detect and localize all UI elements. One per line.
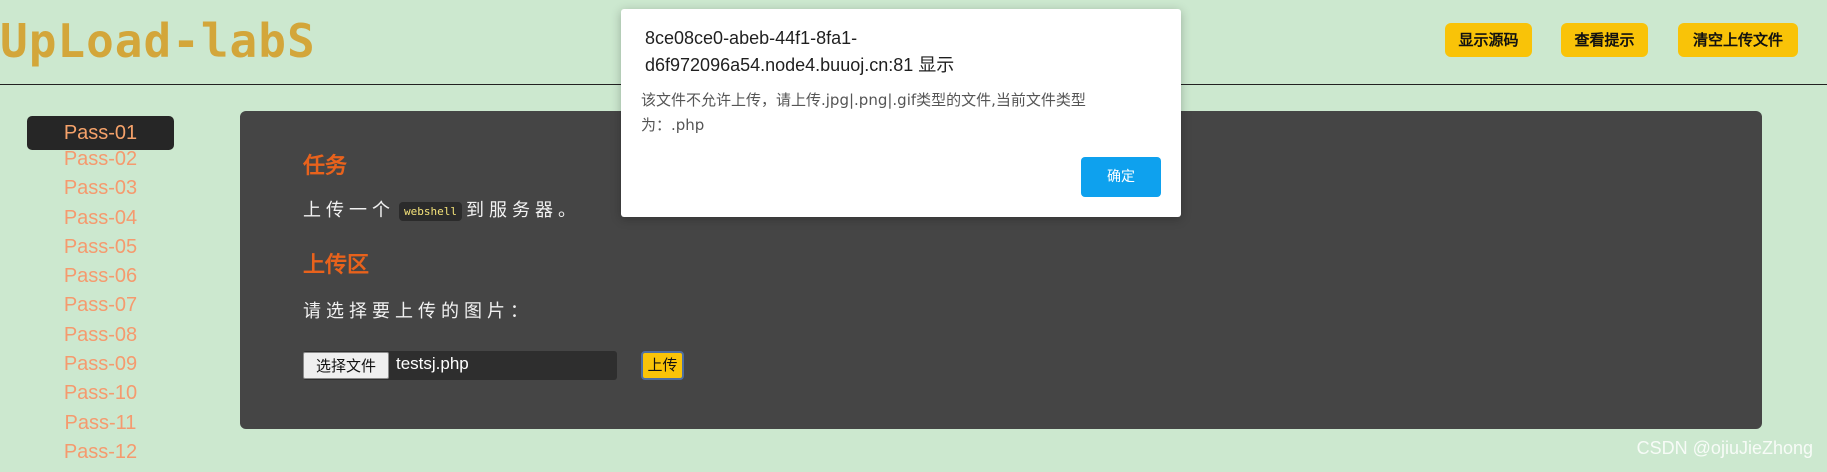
sidebar-item-pass-05[interactable]: Pass-05	[27, 233, 174, 262]
dialog-message: 该文件不允许上传，请上传.jpg|.png|.gif类型的文件,当前文件类型为：…	[641, 91, 1086, 134]
sidebar-item-pass-10[interactable]: Pass-10	[27, 379, 174, 408]
view-hint-button[interactable]: 查看提示	[1561, 23, 1648, 57]
file-input[interactable]: 选择文件 testsj.php	[303, 351, 617, 380]
watermark: CSDN @ojiuJieZhong	[1636, 438, 1813, 458]
choose-image-label: 请选择要上传的图片：	[303, 301, 533, 322]
clear-uploads-button[interactable]: 清空上传文件	[1678, 23, 1798, 57]
sidebar-item-pass-11[interactable]: Pass-11	[27, 409, 174, 438]
upload-heading: 上传区	[303, 253, 370, 278]
task-suffix: 到服务器。	[465, 200, 581, 221]
task-prefix: 上传一个	[303, 200, 395, 221]
task-code: webshell	[399, 201, 462, 221]
sidebar-item-pass-06[interactable]: Pass-06	[27, 262, 174, 291]
selected-file-name: testsj.php	[396, 354, 469, 373]
task-description: 上传一个 webshell 到服务器。	[303, 196, 581, 222]
alert-dialog: 8ce08ce0-abeb-44f1-8fa1-d6f972096a54.nod…	[621, 9, 1181, 217]
dialog-title: 8ce08ce0-abeb-44f1-8fa1-d6f972096a54.nod…	[645, 28, 955, 75]
sidebar-item-pass-07[interactable]: Pass-07	[27, 291, 174, 320]
upload-button[interactable]: 上传	[641, 351, 684, 380]
dialog-ok-button[interactable]: 确定	[1081, 157, 1161, 197]
sidebar-item-pass-12[interactable]: Pass-12	[27, 438, 174, 467]
page: UpLoad-labS 显示源码 查看提示 清空上传文件 Pass-01 Pas…	[0, 0, 1827, 472]
sidebar-item-pass-08[interactable]: Pass-08	[27, 321, 174, 350]
choose-file-button[interactable]: 选择文件	[303, 352, 389, 379]
logo: UpLoad-labS	[0, 14, 316, 68]
sidebar-item-pass-04[interactable]: Pass-04	[27, 204, 174, 233]
task-heading: 任务	[303, 154, 348, 179]
sidebar: Pass-01 Pass-02 Pass-03 Pass-04 Pass-05 …	[27, 116, 174, 467]
sidebar-item-pass-02[interactable]: Pass-02	[27, 145, 174, 174]
sidebar-item-pass-09[interactable]: Pass-09	[27, 350, 174, 379]
show-source-button[interactable]: 显示源码	[1445, 23, 1532, 57]
sidebar-item-pass-03[interactable]: Pass-03	[27, 174, 174, 203]
